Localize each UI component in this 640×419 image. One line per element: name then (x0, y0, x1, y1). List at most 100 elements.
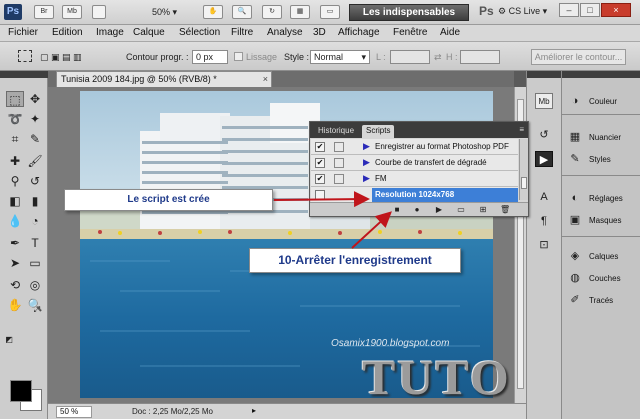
paragraph-panel-icon[interactable]: ¶ (535, 213, 553, 229)
3d-orbit-icon[interactable]: ◎ (26, 277, 44, 293)
menu-affichage[interactable]: Affichage (338, 27, 380, 38)
script-row[interactable]: ✔ ▶ Enregistrer au format Photoshop PDF (311, 139, 518, 155)
cs-live-button[interactable]: ⚙ CS Live ▾ (498, 6, 547, 17)
menu-analyse[interactable]: Analyse (267, 27, 303, 38)
rectangular-marquee-icon[interactable] (18, 50, 32, 62)
workspace-button[interactable]: Les indispensables (349, 4, 469, 21)
panel-styles[interactable]: ✎ Styles (562, 149, 640, 171)
eraser-tool-icon[interactable]: ◧ (6, 193, 24, 209)
magic-wand-icon[interactable]: ✦ (26, 111, 44, 127)
minibridge-button[interactable]: Mb (62, 5, 82, 19)
menu-calque[interactable]: Calque (133, 27, 165, 38)
menu-filtre[interactable]: Filtre (231, 27, 253, 38)
blur-tool-icon[interactable]: 💧 (6, 213, 24, 229)
menu-edition[interactable]: Edition (52, 27, 83, 38)
character-panel-icon[interactable]: A (535, 189, 553, 205)
panel-couleur[interactable]: ◑ Couleur (562, 91, 640, 113)
panel-traces[interactable]: ✐ Tracés (562, 290, 640, 312)
menu-3d[interactable]: 3D (313, 27, 326, 38)
bridge-button[interactable]: Br (34, 5, 54, 19)
dialog-toggle-icon[interactable] (334, 142, 344, 152)
trash-icon[interactable]: 🗑 (500, 205, 510, 214)
style-select[interactable]: Normal ▾ (310, 50, 370, 64)
eyedropper-icon[interactable]: ✎ (26, 131, 44, 147)
hand-tool-panel-icon[interactable]: ✋ (6, 297, 24, 313)
move-tool-icon[interactable]: ✥ (26, 91, 44, 107)
menu-fenetre[interactable]: Fenêtre (393, 27, 427, 38)
panels-dock-header[interactable] (562, 71, 640, 78)
marquee-mode-icons[interactable]: ▢ ▣ ▤ ▥ (40, 52, 82, 63)
pen-tool-icon[interactable]: ✒ (6, 235, 24, 251)
3d-rotate-icon[interactable]: ⟲ (6, 277, 24, 293)
swap-colors-icon[interactable]: ⤢ (32, 305, 42, 315)
actions-panel-icon[interactable]: ▶ (535, 151, 553, 167)
panel-couches[interactable]: ◍ Couches (562, 268, 640, 290)
brush-tool-icon[interactable]: 🖌 (26, 153, 44, 169)
lasso-tool-icon[interactable]: ➰ (6, 111, 24, 127)
arrange-documents-icon[interactable]: ▦ (290, 5, 310, 19)
icon-dock-header[interactable] (527, 71, 561, 78)
record-icon[interactable]: ● (412, 205, 422, 214)
menu-fichier[interactable]: Fichier (8, 27, 38, 38)
expand-triangle-icon[interactable]: ▶ (363, 141, 370, 152)
path-selection-icon[interactable]: ➤ (6, 255, 24, 271)
status-menu-arrow-icon[interactable]: ▸ (252, 406, 256, 415)
menu-selection[interactable]: Sélection (179, 27, 220, 38)
script-row-selected[interactable]: Resolution 1024x768 (311, 187, 518, 203)
refine-edge-button[interactable]: Améliorer le contour... (531, 49, 626, 65)
document-tab[interactable]: Tunisia 2009 184.jpg @ 50% (RVB/8) * × (56, 71, 272, 87)
scripts-scrollbar[interactable] (519, 139, 528, 200)
close-button[interactable]: × (601, 3, 631, 17)
script-toggle-checkbox[interactable]: ✔ (315, 142, 325, 152)
foreground-color-swatch[interactable] (10, 380, 32, 402)
type-tool-icon[interactable]: T (26, 235, 44, 251)
panel-reglages[interactable]: ◐ Réglages (562, 188, 640, 210)
mini-bridge-panel-icon[interactable]: Mb (535, 93, 553, 109)
healing-brush-icon[interactable]: ✚ (6, 153, 24, 169)
zoom-tool-icon[interactable]: 🔍 (232, 5, 252, 19)
panel-calques[interactable]: ◈ Calques (562, 246, 640, 268)
stop-icon[interactable]: ■ (392, 205, 402, 214)
menu-image[interactable]: Image (96, 27, 124, 38)
zoom-dropdown[interactable]: 50% ▾ (152, 5, 177, 19)
tab-historique[interactable]: Historique (314, 125, 358, 138)
scripts-panel-header[interactable]: Historique Scripts ≡ (310, 122, 528, 138)
screen-mode-icon[interactable]: ▭ (320, 5, 340, 19)
close-tab-icon[interactable]: × (263, 72, 268, 87)
panel-menu-icon[interactable]: ≡ (519, 125, 524, 134)
script-row[interactable]: ✔ ▶ FM (311, 171, 518, 187)
clone-source-icon[interactable]: ⊡ (535, 237, 553, 253)
status-zoom-input[interactable]: 50 % (56, 406, 92, 418)
tools-panel-header[interactable] (0, 71, 48, 78)
history-panel-icon[interactable]: ↺ (535, 127, 553, 143)
hand-tool-icon[interactable]: ✋ (203, 5, 223, 19)
expand-triangle-icon[interactable]: ▶ (363, 173, 370, 184)
default-colors-icon[interactable]: ◩ (4, 335, 14, 345)
new-set-icon[interactable]: ▭ (456, 205, 466, 214)
expand-triangle-icon[interactable]: ▶ (363, 157, 370, 168)
dialog-toggle-icon[interactable] (334, 174, 344, 184)
width-input[interactable] (390, 50, 430, 64)
minimize-button[interactable]: – (559, 3, 579, 17)
panel-nuancier[interactable]: ▦ Nuancier (562, 127, 640, 149)
swap-icon[interactable]: ⇄ (434, 52, 442, 63)
tab-scripts[interactable]: Scripts (362, 125, 395, 138)
scripts-scrollbar-thumb[interactable] (521, 177, 527, 189)
script-row[interactable]: ✔ ▶ Courbe de transfert de dégradé (311, 155, 518, 171)
script-toggle-checkbox[interactable]: ✔ (315, 158, 325, 168)
crop-tool-icon[interactable]: ⌗ (6, 131, 24, 147)
panel-masques[interactable]: ▣ Masques (562, 210, 640, 232)
lissage-checkbox[interactable] (234, 52, 243, 61)
rotate-view-icon[interactable]: ↻ (262, 5, 282, 19)
play-icon[interactable]: ▶ (434, 205, 444, 214)
restore-button[interactable]: □ (580, 3, 600, 17)
new-action-icon[interactable]: ⊞ (478, 205, 488, 214)
marquee-tool-icon[interactable]: ⬚ (6, 91, 24, 107)
gradient-tool-icon[interactable]: ▮ (26, 193, 44, 209)
contour-input[interactable]: 0 px (192, 50, 228, 64)
script-toggle-checkbox[interactable] (315, 190, 325, 200)
shape-tool-icon[interactable]: ▭ (26, 255, 44, 271)
height-input[interactable] (460, 50, 500, 64)
menu-aide[interactable]: Aide (440, 27, 460, 38)
dialog-toggle-icon[interactable] (334, 158, 344, 168)
